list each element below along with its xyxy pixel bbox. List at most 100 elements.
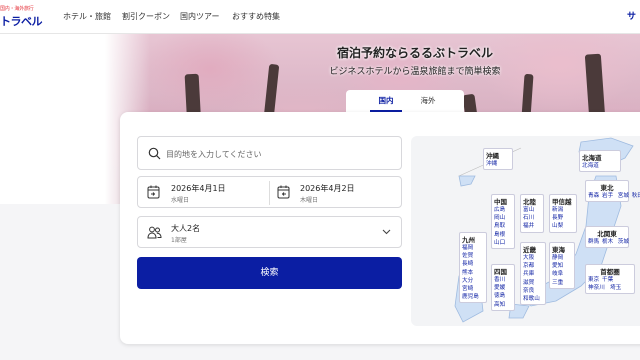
- pref-link-gunma[interactable]: 群馬: [588, 238, 602, 246]
- guests-count: 大人2名: [171, 224, 201, 233]
- date-divider: [269, 181, 270, 205]
- pref-link-nagano[interactable]: 長野: [552, 214, 574, 222]
- region-tokai: 東海 静岡 愛知 岐阜 三重: [549, 242, 575, 289]
- region-okinawa: 沖縄 沖縄: [483, 148, 513, 171]
- region-title-tohoku: 東北: [600, 184, 614, 192]
- pref-link-mie[interactable]: 三重: [552, 279, 572, 287]
- pref-link-miyazaki[interactable]: 宮崎: [462, 285, 484, 293]
- region-title-hokuriku: 北陸: [523, 198, 536, 206]
- site-logo[interactable]: 国内・海外旅行 トラベル: [0, 4, 46, 30]
- pref-link-kagawa[interactable]: 香川: [494, 276, 512, 284]
- pref-link-hyogo[interactable]: 兵庫: [523, 270, 543, 278]
- pref-link-toyama[interactable]: 富山: [523, 206, 541, 214]
- pref-link-yamanashi[interactable]: 山梨: [552, 222, 574, 230]
- pref-link-niigata[interactable]: 新潟: [552, 206, 574, 214]
- checkout-day: 木曜日: [300, 197, 319, 204]
- checkin-date[interactable]: 2026年4月1日: [171, 183, 226, 194]
- region-chugoku: 中国 広島 岡山 鳥取 島根 山口: [491, 194, 515, 250]
- pref-link-tochigi[interactable]: 栃木: [602, 238, 616, 246]
- pref-link-kyoto[interactable]: 京都: [523, 262, 543, 270]
- region-title-kitakanto: 北関東: [597, 230, 617, 238]
- region-shikoku: 四国 香川 愛媛 徳島 高知: [491, 264, 515, 311]
- pref-link-iwate[interactable]: 岩手: [602, 192, 616, 200]
- nav-right-link[interactable]: サ: [627, 0, 636, 34]
- region-title-shutoken: 首都圏: [600, 268, 620, 276]
- nav-featured[interactable]: おすすめ特集: [232, 0, 280, 34]
- hero-subtitle: ビジネスホテルから温泉旅館まで簡単検索: [329, 67, 501, 77]
- pref-link-gifu[interactable]: 岐阜: [552, 270, 572, 278]
- pref-link-yamaguchi[interactable]: 山口: [494, 239, 512, 247]
- pref-link-kagoshima[interactable]: 鹿児島: [462, 293, 484, 301]
- pref-link-aomori[interactable]: 青森: [588, 192, 602, 200]
- pref-link-chiba[interactable]: 千葉: [602, 276, 616, 284]
- checkin-calendar-icon: [147, 185, 160, 199]
- pref-link-osaka[interactable]: 大阪: [523, 254, 543, 262]
- hero-title: 宿泊予約ならるるぶトラベル: [336, 46, 493, 60]
- region-title-hokkaido: 北海道: [582, 154, 602, 162]
- pref-link-tokushima[interactable]: 徳島: [494, 292, 512, 300]
- pref-link-shimane[interactable]: 島根: [494, 231, 512, 239]
- pref-link-hokkaido[interactable]: 北海道: [582, 162, 618, 170]
- region-hokkaido: 北海道 北海道: [579, 150, 621, 173]
- nav-domestic-tours[interactable]: 国内ツアー: [180, 0, 220, 34]
- people-icon: [147, 226, 162, 239]
- pref-link-kanagawa[interactable]: 神奈川: [588, 284, 610, 292]
- pref-link-shizuoka[interactable]: 静岡: [552, 254, 572, 262]
- tab-domestic[interactable]: 国内: [366, 90, 406, 112]
- pref-link-okayama[interactable]: 岡山: [494, 214, 512, 222]
- nav-hotels[interactable]: ホテル・旅館: [63, 0, 111, 34]
- search-icon: [148, 147, 161, 160]
- pref-link-okinawa[interactable]: 沖縄: [486, 160, 510, 168]
- pref-link-tottori[interactable]: 鳥取: [494, 222, 512, 230]
- region-koshinetsu: 甲信越 新潟 長野 山梨: [549, 194, 577, 233]
- guests-field[interactable]: 大人2名 1部屋: [137, 216, 402, 248]
- pref-link-saga[interactable]: 佐賀: [462, 252, 484, 260]
- region-title-kyushu: 九州: [462, 236, 475, 244]
- pref-link-oita[interactable]: 大分: [462, 277, 484, 285]
- region-title-okinawa: 沖縄: [486, 152, 499, 160]
- pref-link-fukuoka[interactable]: 福岡: [462, 244, 484, 252]
- pref-link-tokyo[interactable]: 東京: [588, 276, 602, 284]
- site-header: 国内・海外旅行 トラベル ホテル・旅館 割引クーポン 国内ツアー おすすめ特集 …: [0, 0, 640, 34]
- rooms-count: 1部屋: [171, 237, 187, 244]
- pref-link-ibaraki[interactable]: 茨城: [618, 238, 632, 246]
- date-field[interactable]: 2026年4月1日 水曜日 2026年4月2日 木曜日: [137, 176, 402, 208]
- pref-link-saitama[interactable]: 埼玉: [610, 284, 624, 292]
- pref-link-shiga[interactable]: 滋賀: [523, 279, 543, 287]
- pref-link-wakayama[interactable]: 和歌山: [523, 295, 543, 303]
- region-tohoku: 東北 青森岩手 宮城秋田 山形福島: [585, 180, 640, 203]
- region-title-chugoku: 中国: [494, 198, 507, 206]
- pref-link-nara[interactable]: 奈良: [523, 287, 543, 295]
- pref-link-kochi[interactable]: 高知: [494, 301, 512, 309]
- pref-link-ehime[interactable]: 愛媛: [494, 284, 512, 292]
- checkout-date[interactable]: 2026年4月2日: [300, 183, 355, 194]
- logo-text: トラベル: [0, 15, 43, 28]
- pref-link-aichi[interactable]: 愛知: [552, 262, 572, 270]
- region-kinki: 近畿 大阪 京都 兵庫 滋賀 奈良 和歌山: [520, 242, 546, 306]
- region-kitakanto: 北関東 群馬 栃木 茨城: [585, 226, 632, 249]
- checkin-day: 水曜日: [171, 197, 190, 204]
- japan-region-map: 沖縄 沖縄 北海道 北海道 東北 青森岩手 宮城秋田 山形福島 北関東 群馬栃木…: [411, 136, 640, 326]
- search-panel: 2026年4月1日 水曜日 2026年4月2日 木曜日 大人2名 1部屋 検索: [120, 112, 640, 344]
- pref-link-nagasaki[interactable]: 長崎: [462, 260, 484, 268]
- pref-link-akita[interactable]: 秋田: [632, 192, 640, 200]
- region-shutoken: 首都圏 東京 千葉 神奈川 埼玉: [585, 264, 635, 295]
- pref-link-hiroshima[interactable]: 広島: [494, 206, 512, 214]
- region-hokuriku: 北陸 富山 石川 福井: [520, 194, 544, 233]
- pref-link-ishikawa[interactable]: 石川: [523, 214, 541, 222]
- region-title-tokai: 東海: [552, 246, 565, 254]
- region-title-kinki: 近畿: [523, 246, 536, 254]
- region-title-shikoku: 四国: [494, 268, 507, 276]
- pref-link-kumamoto[interactable]: 熊本: [462, 269, 484, 277]
- logo-tagline: 国内・海外旅行: [0, 6, 34, 12]
- region-title-koshinetsu: 甲信越: [552, 198, 572, 206]
- search-button[interactable]: 検索: [137, 257, 402, 289]
- pref-link-fukui[interactable]: 福井: [523, 222, 541, 230]
- destination-field[interactable]: [137, 136, 402, 170]
- destination-input[interactable]: [166, 145, 396, 163]
- region-kyushu: 九州 福岡 佐賀 長崎 熊本 大分 宮崎 鹿児島: [459, 232, 487, 304]
- checkout-calendar-icon: [277, 185, 290, 199]
- nav-coupons[interactable]: 割引クーポン: [122, 0, 170, 34]
- tab-overseas[interactable]: 海外: [408, 90, 448, 112]
- pref-link-miyagi[interactable]: 宮城: [618, 192, 632, 200]
